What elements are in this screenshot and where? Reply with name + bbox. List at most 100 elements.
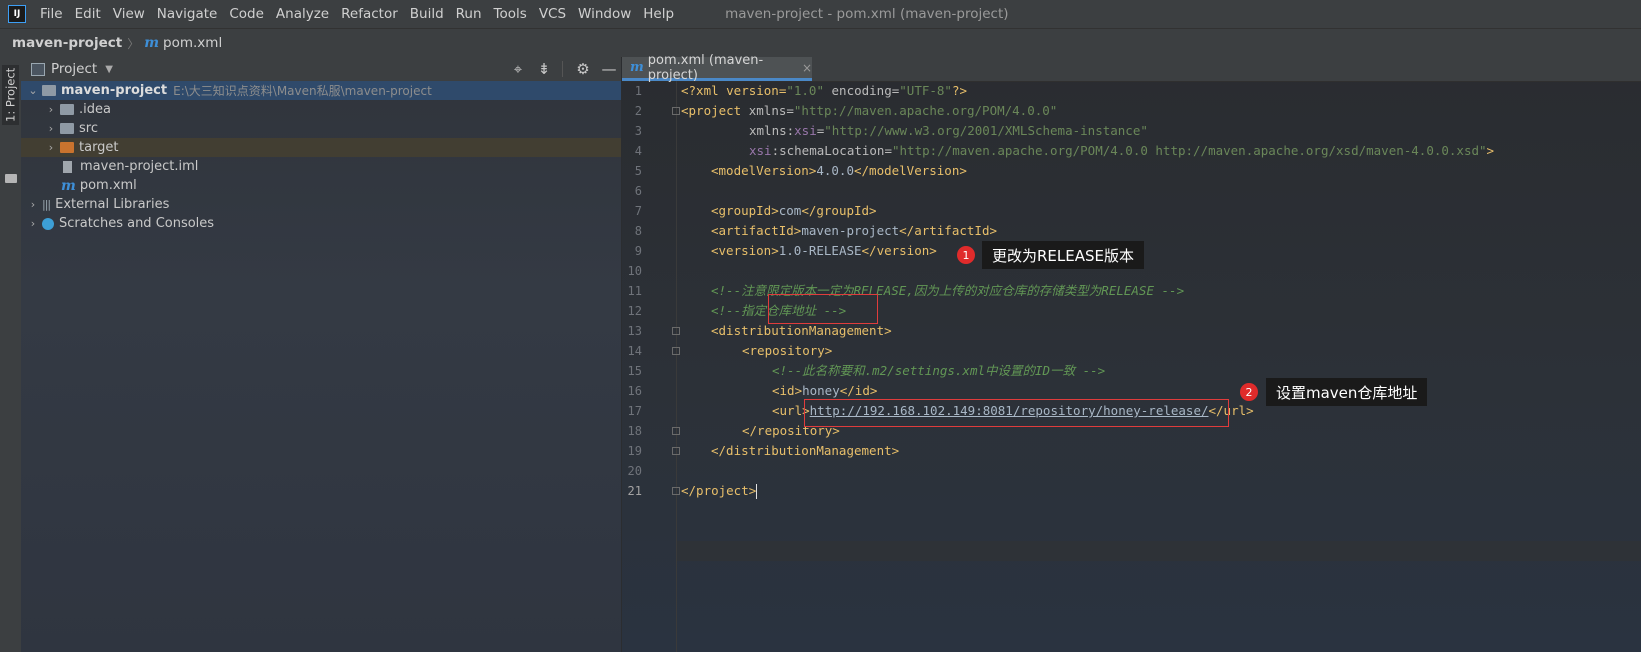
line-number: 4 xyxy=(634,144,642,158)
chevron-right-icon[interactable]: › xyxy=(45,141,57,154)
code-line-13: <distributionManagement> xyxy=(711,323,892,338)
gear-icon[interactable]: ⚙ xyxy=(575,60,591,78)
menu-run[interactable]: Run xyxy=(450,0,488,28)
breadcrumb-separator-icon: 〉 xyxy=(127,36,140,51)
tree-item-src[interactable]: › src xyxy=(21,119,621,138)
line-number: 7 xyxy=(634,204,642,218)
highlight-version-box xyxy=(768,294,878,324)
code-line-15: <!--此名称要和.m2/settings.xml中设置的ID一致 --> xyxy=(772,363,1106,378)
chevron-down-icon[interactable]: ⌄ xyxy=(27,84,39,97)
tree-item-label: External Libraries xyxy=(55,197,170,212)
line-number: 16 xyxy=(627,384,642,398)
line-number: 11 xyxy=(627,284,642,298)
project-tool-window-button[interactable]: 1: Project xyxy=(2,65,19,125)
menu-window[interactable]: Window xyxy=(572,0,637,28)
group-id-close: </groupId> xyxy=(801,203,877,218)
line-number: 18 xyxy=(627,424,642,438)
menu-tools[interactable]: Tools xyxy=(488,0,533,28)
line-number-current: 21 xyxy=(627,484,642,498)
chevron-down-icon[interactable]: ▼ xyxy=(105,64,113,75)
folder-icon xyxy=(60,104,74,115)
tree-item-external-libraries[interactable]: › ||| External Libraries xyxy=(21,195,621,214)
project-view-title[interactable]: Project xyxy=(51,61,97,77)
project-panel-tools: ⌖ ⇟ ⚙ — xyxy=(510,57,617,81)
tag-end: > xyxy=(1486,143,1495,158)
menu-analyze[interactable]: Analyze xyxy=(270,0,335,28)
code-line-5: <modelVersion>4.0.0</modelVersion> xyxy=(711,161,967,181)
line-number: 17 xyxy=(627,404,642,418)
menu-code[interactable]: Code xyxy=(223,0,270,28)
fold-marker-icon[interactable] xyxy=(672,327,680,335)
tree-item-root[interactable]: ⌄ maven-project E:\大三知识点资料\Maven私服\maven… xyxy=(21,81,621,100)
window-title: maven-project - pom.xml (maven-project) xyxy=(725,6,1009,22)
artifact-id-close: </artifactId> xyxy=(899,223,997,238)
toolbar-divider xyxy=(562,61,565,77)
close-icon[interactable]: × xyxy=(802,61,812,75)
line-number: 12 xyxy=(627,304,642,318)
tree-item-iml[interactable]: maven-project.iml xyxy=(21,157,621,176)
model-version-text: 4.0.0 xyxy=(816,163,854,178)
line-number: 8 xyxy=(634,224,642,238)
tree-item-idea[interactable]: › .idea xyxy=(21,100,621,119)
tree-item-pom[interactable]: m pom.xml xyxy=(21,176,621,195)
fold-marker-icon[interactable] xyxy=(672,347,680,355)
tab-label: pom.xml (maven-project) xyxy=(647,52,764,83)
xml-decl-end: ?> xyxy=(951,83,968,98)
line-number: 10 xyxy=(627,264,642,278)
menu-file[interactable]: File xyxy=(34,0,69,28)
text-caret xyxy=(756,484,758,499)
line-number: 6 xyxy=(634,184,642,198)
project-open-tag: <project xyxy=(681,103,742,118)
tree-item-label: pom.xml xyxy=(79,178,137,193)
minimize-icon[interactable]: — xyxy=(601,60,617,78)
tree-item-target[interactable]: › target xyxy=(21,138,621,157)
collapse-all-icon[interactable]: ⇟ xyxy=(536,60,552,78)
annotation-badge-2: 2 xyxy=(1240,383,1258,401)
code-line-1: <?xml version="1.0" encoding="UTF-8"?> xyxy=(681,81,967,101)
maven-file-icon: m xyxy=(144,35,160,51)
folder-icon[interactable] xyxy=(5,174,17,183)
menu-help[interactable]: Help xyxy=(637,0,680,28)
tree-item-label: Scratches and Consoles xyxy=(59,216,215,231)
left-tool-strip: 1: Project xyxy=(0,57,22,652)
intellij-logo-icon: IJ xyxy=(8,5,26,23)
chevron-right-icon[interactable]: › xyxy=(27,198,39,211)
code-line-4: xsi:schemaLocation="http://maven.apache.… xyxy=(749,141,1494,161)
breadcrumb-project[interactable]: maven-project xyxy=(12,35,122,51)
xsi-namespace: xsi xyxy=(794,123,817,138)
xmlns-xsi-value: "http://www.w3.org/2001/XMLSchema-instan… xyxy=(824,123,1148,138)
menu-edit[interactable]: Edit xyxy=(69,0,107,28)
fold-marker-icon[interactable] xyxy=(672,487,680,495)
fold-marker-icon[interactable] xyxy=(672,447,680,455)
menu-refactor[interactable]: Refactor xyxy=(335,0,404,28)
line-number: 1 xyxy=(634,84,642,98)
menu-build[interactable]: Build xyxy=(404,0,450,28)
chevron-right-icon[interactable]: › xyxy=(45,122,57,135)
project-view-icon xyxy=(31,62,45,76)
tab-pom-xml[interactable]: m pom.xml (maven-project) × xyxy=(622,53,812,83)
tree-root-label: maven-project xyxy=(61,83,168,98)
chevron-right-icon[interactable]: › xyxy=(45,103,57,116)
module-folder-icon xyxy=(42,85,56,96)
project-close-tag: </project> xyxy=(681,483,757,498)
breadcrumb-file[interactable]: pom.xml xyxy=(163,35,222,51)
fold-marker-icon[interactable] xyxy=(672,427,680,435)
line-number: 9 xyxy=(634,244,642,258)
xmlns-attr: xmlns= xyxy=(741,103,794,118)
menu-view[interactable]: View xyxy=(107,0,151,28)
artifact-id-text: maven-project xyxy=(801,223,900,238)
code-line-16: <id>honey</id> xyxy=(772,381,877,401)
tree-item-scratches[interactable]: › Scratches and Consoles xyxy=(21,214,621,233)
chevron-right-icon[interactable]: › xyxy=(27,217,39,230)
xml-version-value: "1.0" xyxy=(786,83,824,98)
menu-vcs[interactable]: VCS xyxy=(533,0,572,28)
xmlns-value: "http://maven.apache.org/POM/4.0.0" xyxy=(793,103,1058,118)
menu-navigate[interactable]: Navigate xyxy=(151,0,224,28)
tree-item-label: src xyxy=(79,121,98,136)
crosshair-icon[interactable]: ⌖ xyxy=(510,60,526,78)
xsi-namespace: xsi xyxy=(749,143,772,158)
line-number: 2 xyxy=(634,104,642,118)
folder-icon xyxy=(60,123,74,134)
code-line-19: </distributionManagement> xyxy=(711,443,900,458)
fold-marker-icon[interactable] xyxy=(672,107,680,115)
